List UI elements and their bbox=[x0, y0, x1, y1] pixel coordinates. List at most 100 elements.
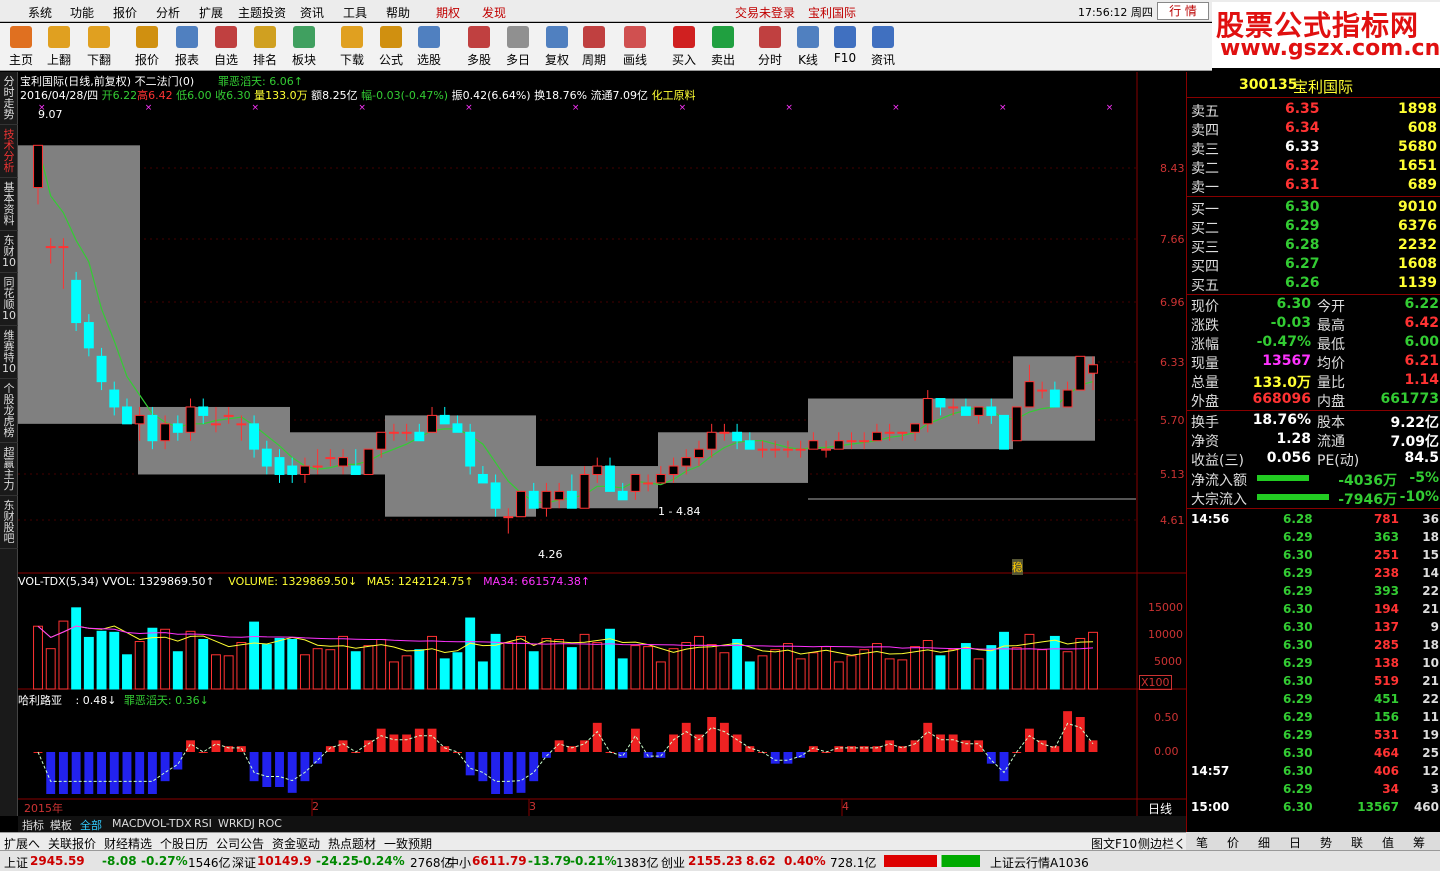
quote-tab[interactable]: 势 bbox=[1320, 834, 1332, 851]
toolbar-report-button[interactable]: 报表 bbox=[168, 26, 206, 68]
quote-tab[interactable]: 筹 bbox=[1413, 834, 1425, 851]
candle[interactable] bbox=[465, 431, 476, 467]
candle[interactable] bbox=[528, 490, 539, 509]
quote-tab[interactable]: 笔 bbox=[1196, 834, 1208, 851]
candle[interactable] bbox=[147, 414, 158, 442]
menu-function[interactable]: 功能 bbox=[70, 4, 94, 21]
menu-options[interactable]: 期权 bbox=[436, 4, 460, 21]
toolbar-restore-button[interactable]: 复权 bbox=[538, 26, 576, 68]
candle[interactable] bbox=[655, 473, 666, 484]
candle[interactable] bbox=[96, 355, 107, 383]
candle[interactable] bbox=[833, 440, 844, 450]
candle[interactable] bbox=[299, 465, 310, 475]
candle[interactable] bbox=[452, 423, 463, 433]
quote-tab[interactable]: 值 bbox=[1382, 834, 1394, 851]
menu-quote[interactable]: 报价 bbox=[113, 4, 137, 21]
candle[interactable] bbox=[363, 448, 374, 475]
candle[interactable] bbox=[58, 246, 69, 249]
candle[interactable] bbox=[897, 431, 908, 434]
cy-index-name[interactable]: 创业 bbox=[661, 854, 685, 871]
toolbar-sell-button[interactable]: 卖出 bbox=[704, 26, 742, 68]
candle[interactable] bbox=[668, 465, 679, 475]
toolbar-down-arrow-button[interactable]: 下翻 bbox=[80, 26, 118, 68]
candle[interactable] bbox=[808, 440, 819, 450]
leftnav-tab[interactable]: 维赛特10 bbox=[0, 326, 18, 379]
kline-chart-area[interactable]: ×××××××××××××× 宝利国际(日线,前复权) 不二法门(0) 罪恶滔天… bbox=[18, 72, 1434, 830]
leftnav-tab[interactable]: 同花顺10 bbox=[0, 273, 18, 326]
candle[interactable] bbox=[516, 490, 526, 518]
leftnav-tab[interactable]: 分时走势 bbox=[0, 72, 18, 125]
candle[interactable] bbox=[935, 398, 946, 408]
candle[interactable] bbox=[706, 431, 717, 450]
candle[interactable] bbox=[503, 516, 514, 519]
candle[interactable] bbox=[960, 406, 971, 416]
candle[interactable] bbox=[795, 448, 806, 451]
candle[interactable] bbox=[439, 414, 450, 425]
toolbar-rank-button[interactable]: 排名 bbox=[246, 26, 284, 68]
toolbar-up-arrow-button[interactable]: 上翻 bbox=[40, 26, 78, 68]
candle[interactable] bbox=[376, 431, 387, 450]
toolbar-news-button[interactable]: 资讯 bbox=[864, 26, 902, 68]
leftnav-tab[interactable]: 东财股吧 bbox=[0, 496, 18, 549]
toolbar-sector-button[interactable]: 板块 bbox=[285, 26, 323, 68]
menu-discover[interactable]: 发现 bbox=[482, 4, 506, 21]
candle[interactable] bbox=[986, 406, 997, 416]
candle[interactable] bbox=[172, 423, 183, 433]
candle[interactable] bbox=[999, 414, 1009, 450]
indicator-tab[interactable]: VOL-TDX bbox=[144, 817, 192, 830]
candle[interactable] bbox=[185, 406, 196, 433]
toolbar-f10-button[interactable]: F10 bbox=[826, 26, 864, 65]
candle[interactable] bbox=[1024, 381, 1035, 408]
candle[interactable] bbox=[490, 482, 501, 509]
trade-login-status[interactable]: 交易未登录 bbox=[735, 4, 795, 21]
candle[interactable] bbox=[312, 465, 323, 468]
period-label[interactable]: 日线 bbox=[1148, 800, 1172, 817]
candle[interactable] bbox=[782, 448, 793, 451]
candle[interactable] bbox=[541, 490, 552, 509]
candle[interactable] bbox=[694, 448, 704, 459]
candle[interactable] bbox=[617, 490, 628, 501]
leftnav-tab[interactable]: 个股龙虎榜 bbox=[0, 379, 18, 443]
leftnav-tab[interactable]: 基本资料 bbox=[0, 178, 18, 231]
candle[interactable] bbox=[732, 431, 743, 442]
candle[interactable] bbox=[45, 246, 56, 249]
toolbar-multi-stock-button[interactable]: 多股 bbox=[460, 26, 498, 68]
candle[interactable] bbox=[109, 389, 120, 408]
candle[interactable] bbox=[160, 423, 171, 442]
server-status[interactable]: 上证云行情A1036 bbox=[990, 854, 1089, 871]
candle[interactable] bbox=[566, 490, 577, 509]
quote-tab[interactable]: 价 bbox=[1227, 834, 1239, 851]
leftnav-tab[interactable]: 技术分析 bbox=[0, 125, 18, 178]
candle[interactable] bbox=[401, 431, 412, 434]
leftnav-tab[interactable]: 超赢主力 bbox=[0, 443, 18, 496]
candle[interactable] bbox=[1037, 389, 1048, 392]
quote-tab[interactable]: 日 bbox=[1289, 834, 1301, 851]
candle[interactable] bbox=[350, 465, 361, 475]
candle[interactable] bbox=[922, 398, 933, 425]
candle[interactable] bbox=[757, 448, 768, 451]
menu-theme[interactable]: 主题投资 bbox=[238, 4, 286, 21]
candle[interactable] bbox=[643, 482, 654, 485]
toolbar-intraday-button[interactable]: 分时 bbox=[751, 26, 789, 68]
indicator-tab[interactable]: ROC bbox=[258, 817, 282, 830]
sz-index-name[interactable]: 深证 bbox=[232, 854, 256, 871]
quote-tab[interactable]: 联 bbox=[1351, 834, 1363, 851]
toolbar-home-button[interactable]: 主页 bbox=[2, 26, 40, 68]
quote-tab[interactable]: 细 bbox=[1258, 834, 1270, 851]
toolbar-pick-stock-button[interactable]: 选股 bbox=[410, 26, 448, 68]
indicator-tab[interactable]: RSI bbox=[194, 817, 212, 830]
candle[interactable] bbox=[1062, 389, 1073, 408]
candle[interactable] bbox=[1075, 355, 1086, 391]
candle[interactable] bbox=[249, 423, 260, 450]
candle[interactable] bbox=[83, 322, 94, 349]
menu-help[interactable]: 帮助 bbox=[386, 4, 410, 21]
sh-index-name[interactable]: 上证 bbox=[4, 854, 28, 871]
toolbar-download-button[interactable]: 下载 bbox=[333, 26, 371, 68]
menu-analysis[interactable]: 分析 bbox=[156, 4, 180, 21]
candle[interactable] bbox=[261, 448, 272, 467]
candle[interactable] bbox=[579, 473, 590, 509]
candle[interactable] bbox=[1011, 406, 1022, 442]
candle[interactable] bbox=[846, 440, 857, 443]
candle[interactable] bbox=[477, 473, 488, 484]
candle[interactable] bbox=[223, 414, 234, 417]
